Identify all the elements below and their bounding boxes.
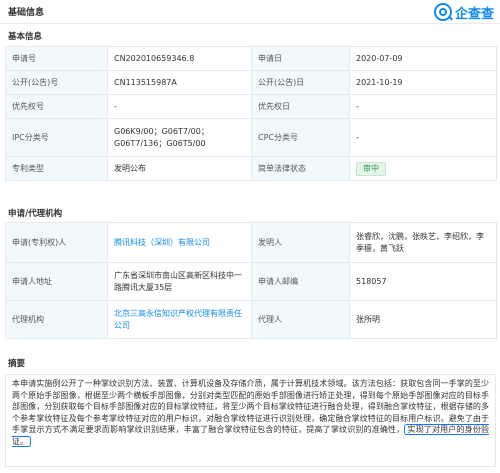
value-application-date: 2020-07-09: [349, 46, 497, 71]
basic-info-section-title: 基本信息: [8, 32, 43, 42]
label-priority-date: 优先权日: [251, 94, 350, 119]
label-application-date: 申请日: [251, 46, 350, 71]
label-publication-date: 公开(公告)日: [251, 70, 350, 95]
agency-cell: 北京三高永信知识产权代理有限责任公司: [107, 300, 252, 339]
value-priority-date: -: [349, 94, 497, 119]
table-row: 申请(专利权)人 腾讯科技（深圳）有限公司 发明人 张睿欣，沈鹏，张昳艺，李绍欣…: [5, 222, 497, 263]
applicant-link[interactable]: 腾讯科技（深圳）有限公司: [114, 238, 210, 247]
table-row: 公开(公告)号 CN113515987A 公开(公告)日 2021-10-19: [5, 70, 497, 95]
agency-link[interactable]: 北京三高永信知识产权代理有限责任公司: [114, 309, 242, 330]
label-cpc: CPC分类号: [251, 118, 350, 157]
label-agency: 代理机构: [5, 300, 108, 339]
value-postcode: 518057: [349, 262, 497, 301]
value-applicant-address: 广东省深圳市南山区高新区科技中一路腾讯大厦35层: [107, 262, 252, 301]
table-row: IPC分类号 G06K9/00；G06T7/00；G06T7/136；G06T5…: [5, 118, 497, 157]
value-publication-date: 2021-10-19: [349, 70, 497, 95]
agency-table: 申请(专利权)人 腾讯科技（深圳）有限公司 发明人 张睿欣，沈鹏，张昳艺，李绍欣…: [5, 222, 497, 339]
qichacha-logo[interactable]: 企查查: [433, 2, 494, 22]
label-inventor: 发明人: [251, 222, 350, 263]
label-publication-number: 公开(公告)号: [5, 70, 108, 95]
table-row: 专利类型 发明公布 简单法律状态 审中: [5, 156, 497, 181]
label-priority-number: 优先权号: [5, 94, 108, 119]
value-application-number: CN202010659346.8: [107, 46, 252, 71]
label-application-number: 申请号: [5, 46, 108, 71]
logo-text: 企查查: [454, 6, 494, 22]
value-inventors: 张睿欣，沈鹏，张昳艺，李绍欣，李季檩，黄飞跃: [349, 222, 497, 263]
table-row: 申请人地址 广东省深圳市南山区高新区科技中一路腾讯大厦35层 申请人邮编 518…: [5, 262, 497, 301]
value-patent-type: 发明公布: [107, 156, 252, 181]
value-ipc: G06K9/00；G06T7/00；G06T7/136；G06T5/00: [107, 118, 252, 157]
value-priority-number: -: [107, 94, 252, 119]
value-cpc: -: [349, 118, 497, 157]
label-applicant: 申请(专利权)人: [5, 222, 108, 263]
agency-section-title: 申请/代理机构: [8, 209, 63, 219]
page-header: 基础信息 企查查: [0, 0, 500, 24]
label-patent-type: 专利类型: [5, 156, 108, 181]
table-row: 优先权号 - 优先权日 -: [5, 94, 497, 119]
status-badge: 审中: [356, 161, 386, 176]
label-legal-status: 简单法律状态: [251, 156, 350, 181]
basic-info-table: 申请号 CN202010659346.8 申请日 2020-07-09 公开(公…: [5, 46, 497, 181]
abstract-text: 本申请实施例公开了一种掌纹识别方法、装置、计算机设备及存储介质，属于计算机技术领…: [5, 374, 496, 467]
label-ipc: IPC分类号: [5, 118, 108, 157]
page-title: 基础信息: [8, 8, 45, 18]
label-agent: 代理人: [251, 300, 350, 339]
magnifier-logo-icon: [433, 3, 452, 21]
label-postcode: 申请人邮编: [251, 262, 350, 301]
value-publication-number: CN113515987A: [107, 70, 252, 95]
abstract-section-title: 摘要: [8, 359, 26, 369]
applicant-cell: 腾讯科技（深圳）有限公司: [107, 222, 252, 263]
table-row: 代理机构 北京三高永信知识产权代理有限责任公司 代理人 张所明: [5, 300, 497, 339]
table-row: 申请号 CN202010659346.8 申请日 2020-07-09: [5, 46, 497, 71]
value-agent: 张所明: [349, 300, 497, 339]
legal-status-cell: 审中: [349, 156, 497, 181]
label-applicant-address: 申请人地址: [5, 262, 108, 301]
